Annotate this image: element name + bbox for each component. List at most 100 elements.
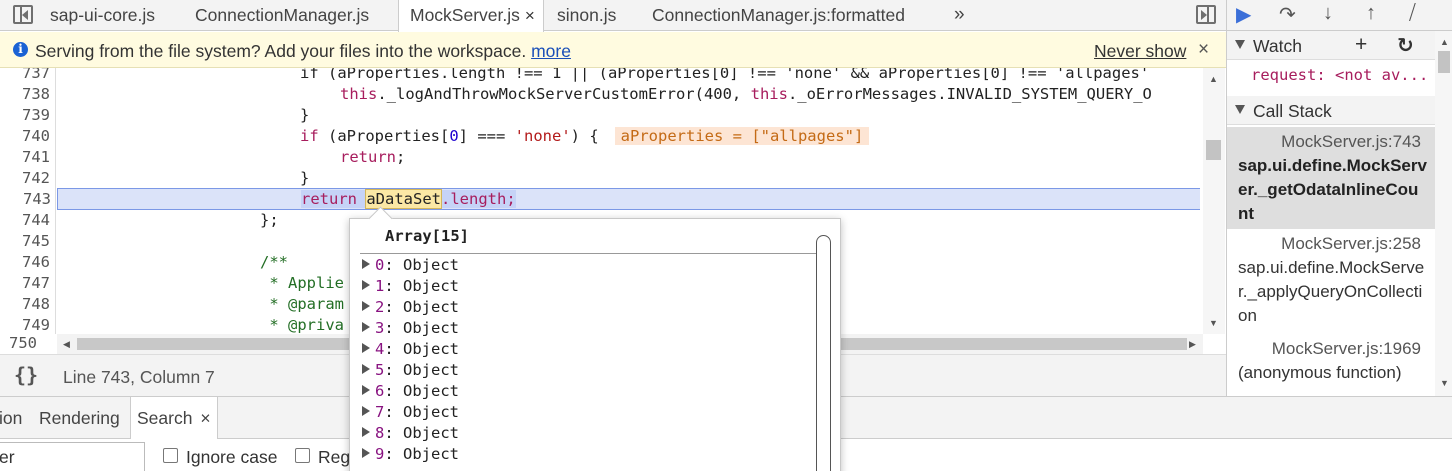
array-index: 8 [375,424,385,442]
expand-arrow-icon[interactable] [362,343,370,353]
tab-label: ConnectionManager.js [195,5,370,25]
separator: : [384,340,404,358]
array-value: Object [403,298,460,316]
scroll-down-arrow-icon[interactable]: ▼ [1440,378,1449,388]
line-code: return aDataSet.length; [301,189,516,210]
toggle-debugger-sidebar-icon[interactable] [1196,5,1216,24]
current-execution-line[interactable]: 743 return aDataSet.length; [23,188,1200,210]
line-number[interactable]: 744 [0,210,50,231]
ignore-case-checkbox[interactable] [163,448,178,463]
scrollbar-thumb[interactable] [1438,51,1450,73]
code-line[interactable]: 738 this._logAndThrowMockServerCustomErro… [0,84,1200,105]
line-number[interactable]: 747 [0,273,50,294]
step-over-icon[interactable]: ↷ [1279,2,1296,27]
expand-arrow-icon[interactable] [362,448,370,458]
tab-sap-ui-core[interactable]: sap-ui-core.js [50,0,155,31]
regex-checkbox[interactable] [295,448,310,463]
scrollbar-thumb[interactable] [1206,140,1221,160]
close-tab-icon[interactable]: × [200,408,210,428]
call-frame[interactable]: MockServer.js:1969 (anonymous function) [1227,337,1435,389]
tabs-overflow-chevron-icon[interactable]: » [954,0,965,31]
expand-arrow-icon[interactable] [362,385,370,395]
tab-connection-manager-formatted[interactable]: ConnectionManager.js:formatted [652,0,905,31]
expand-arrow-icon[interactable] [362,301,370,311]
tab-sinon[interactable]: sinon.js [557,0,616,31]
expand-arrow-icon[interactable] [362,259,370,269]
code-token: } [300,169,310,187]
line-number[interactable]: 748 [0,294,50,315]
tab-label: ion [0,408,23,428]
line-number[interactable]: 742 [0,168,50,189]
array-item-row[interactable]: 4: Object [362,339,459,360]
step-into-icon[interactable]: ↓ [1323,2,1333,25]
scroll-right-arrow-icon[interactable]: ▶ [1189,339,1196,350]
line-number[interactable]: 745 [0,231,50,252]
array-item-row[interactable]: 1: Object [362,276,459,297]
line-number[interactable]: 740 [0,126,50,147]
pretty-print-icon[interactable]: {} [14,363,38,387]
workspace-infobar: i Serving from the file system? Add your… [0,32,1226,68]
call-frame[interactable]: MockServer.js:258 sap.ui.define.MockServ… [1227,232,1435,334]
code-line[interactable]: 740 if (aProperties[0] === 'none') {aProp… [0,126,1200,147]
sidebar-scrollbar[interactable]: ▲ ▼ [1435,31,1452,396]
step-out-icon[interactable]: ↑ [1366,2,1376,25]
tab-rendering[interactable]: Rendering [39,408,120,429]
array-item-row[interactable]: 0: Object [362,255,459,276]
code-line[interactable]: 742} [0,168,1200,189]
line-number[interactable]: 749 [0,315,50,334]
array-item-row[interactable]: 8: Object [362,423,459,444]
expand-arrow-icon[interactable] [362,280,370,290]
tab-connection-manager[interactable]: ConnectionManager.js [195,0,369,31]
array-item-row[interactable]: 5: Object [362,360,459,381]
scroll-left-arrow-icon[interactable]: ◀ [63,339,70,350]
search-input[interactable]: er [0,442,145,471]
line-number[interactable]: 737 [0,68,50,84]
line-number[interactable]: 746 [0,252,50,273]
array-item-row[interactable]: 6: Object [362,381,459,402]
close-tab-icon[interactable]: × [525,6,535,25]
scroll-up-arrow-icon[interactable]: ▲ [1209,74,1218,84]
line-code: * @param [260,294,344,315]
scroll-down-arrow-icon[interactable]: ▼ [1209,318,1218,328]
array-item-row[interactable]: 7: Object [362,402,459,423]
call-frame[interactable]: MockServer.js:743 sap.ui.define.MockServ… [1227,127,1435,229]
resume-icon[interactable]: ▶ [1236,2,1251,27]
object-preview-popover[interactable]: Array[15] 0: Object 1: Object 2: Object 3: … [349,218,841,471]
tab-search[interactable]: Search × [130,397,218,439]
editor-tab-bar: sap-ui-core.js ConnectionManager.js Mock… [0,0,1226,32]
array-item-row[interactable]: 9: Object [362,444,459,465]
tab-animation[interactable]: ion [0,408,22,429]
watch-section-header[interactable]: Watch + ↻ [1227,31,1435,60]
code-line[interactable]: 741 return; [0,147,1200,168]
code-line[interactable]: 739} [0,105,1200,126]
array-item-row[interactable]: 3: Object [362,318,459,339]
toggle-navigator-icon[interactable] [13,5,33,24]
never-show-link[interactable]: Never show [1094,41,1186,62]
call-stack-section-header[interactable]: Call Stack [1227,96,1435,125]
tab-mockserver[interactable]: MockServer.js × [398,0,544,32]
more-link[interactable]: more [531,41,571,61]
add-watch-icon[interactable]: + [1355,33,1367,57]
deactivate-breakpoints-icon[interactable]: ⧸ [1409,2,1416,25]
close-infobar-icon[interactable]: × [1198,39,1209,61]
expand-arrow-icon[interactable] [362,322,370,332]
expand-arrow-icon[interactable] [362,406,370,416]
array-item-row[interactable]: 2: Object [362,297,459,318]
array-index: 2 [375,298,385,316]
code-line[interactable]: 737 if (aProperties.length !== 1 || (aPro… [0,68,1200,84]
watch-expression[interactable]: request: <not av... [1251,66,1428,84]
separator: : [384,277,404,295]
expand-arrow-icon[interactable] [362,364,370,374]
line-number[interactable]: 741 [0,147,50,168]
line-number[interactable]: 738 [0,84,50,105]
editor-vertical-scrollbar[interactable]: ▲ ▼ [1203,68,1225,334]
expand-arrow-icon[interactable] [362,427,370,437]
popover-scrollbar[interactable] [816,235,831,471]
line-number[interactable]: 743 [1,189,51,210]
line-code: if (aProperties.length !== 1 || (aProper… [300,68,1149,84]
scroll-up-arrow-icon[interactable]: ▲ [1440,37,1449,47]
code-token: (aProperties[ [318,127,450,145]
line-number[interactable]: 739 [0,105,50,126]
refresh-watch-icon[interactable]: ↻ [1397,33,1414,58]
hovered-variable[interactable]: aDataSet [365,189,442,209]
